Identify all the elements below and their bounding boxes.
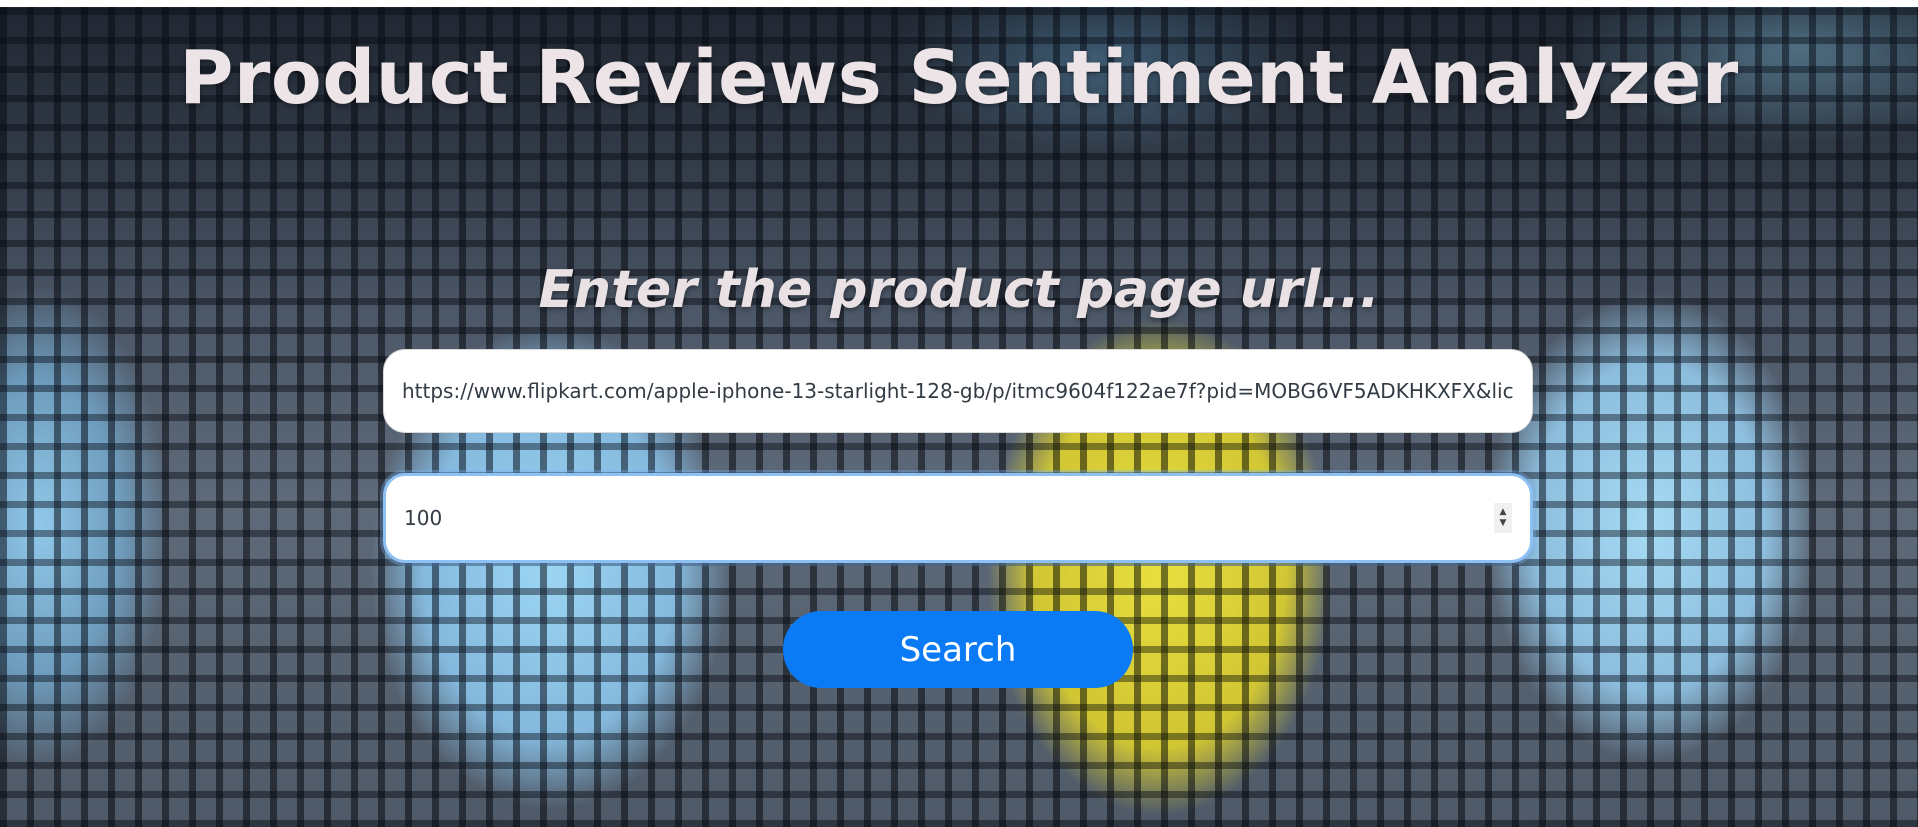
url-field[interactable] — [383, 349, 1533, 433]
stepper-down-icon[interactable]: ▼ — [1500, 518, 1507, 529]
review-count-input[interactable] — [404, 506, 1486, 530]
stepper-up-icon[interactable]: ▲ — [1500, 507, 1507, 518]
url-input[interactable] — [402, 379, 1514, 403]
page-title: Product Reviews Sentiment Analyzer — [179, 35, 1739, 121]
number-stepper[interactable]: ▲ ▼ — [1494, 503, 1512, 533]
url-prompt: Enter the product page url... — [538, 260, 1380, 320]
page: Product Reviews Sentiment Analyzer Enter… — [0, 7, 1918, 827]
review-count-field[interactable]: ▲ ▼ — [383, 473, 1533, 563]
search-button[interactable]: Search — [783, 611, 1133, 688]
